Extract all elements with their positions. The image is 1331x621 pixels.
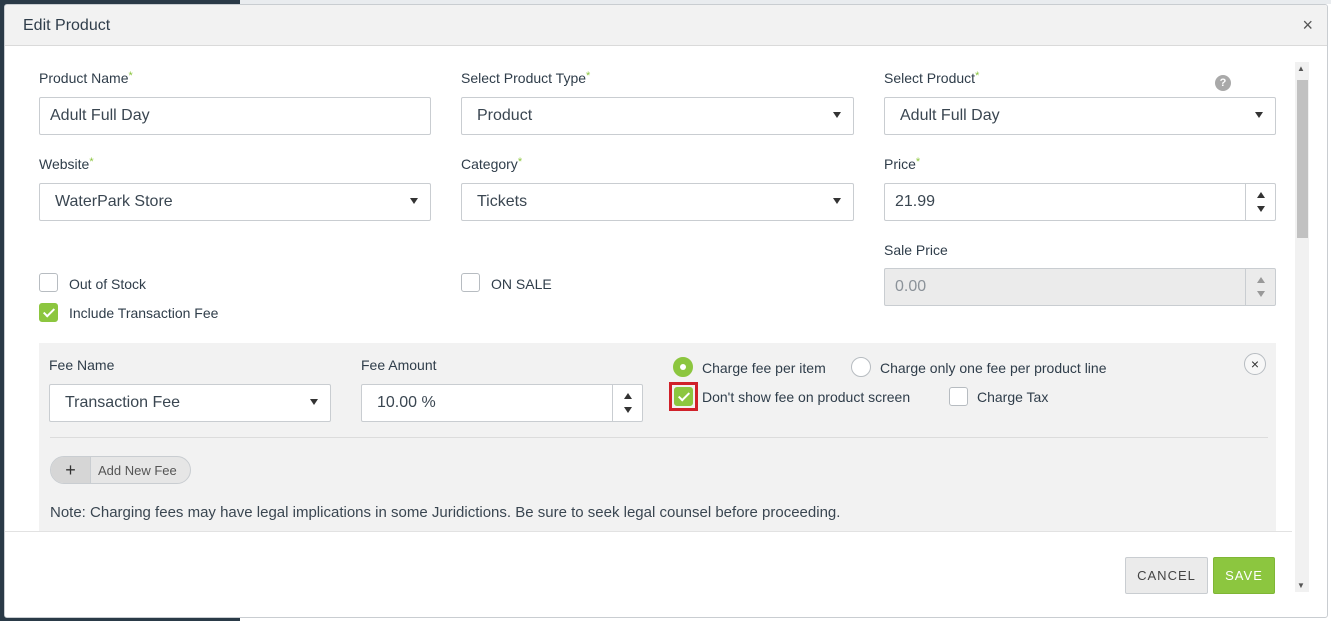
dont-show-fee-checkbox[interactable] bbox=[674, 387, 693, 406]
plus-icon: + bbox=[51, 457, 91, 483]
modal-header: Edit Product × bbox=[5, 5, 1327, 46]
charge-per-item-label: Charge fee per item bbox=[702, 360, 826, 376]
include-fee-checkbox[interactable] bbox=[39, 303, 58, 322]
out-of-stock-checkbox[interactable] bbox=[39, 273, 58, 292]
scroll-down-icon[interactable]: ▼ bbox=[1297, 581, 1305, 590]
chevron-down-icon bbox=[833, 198, 841, 204]
save-button[interactable]: SAVE bbox=[1213, 557, 1275, 594]
divider bbox=[50, 437, 1268, 438]
website-value: WaterPark Store bbox=[55, 193, 173, 210]
chevron-down-icon bbox=[410, 198, 418, 204]
arrow-up-icon[interactable] bbox=[1257, 192, 1265, 198]
out-of-stock-label: Out of Stock bbox=[69, 276, 147, 292]
price-label: Price* bbox=[884, 156, 921, 172]
dont-show-fee-label: Don't show fee on product screen bbox=[702, 389, 911, 405]
arrow-up-icon[interactable] bbox=[624, 393, 632, 399]
product-type-label: Select Product Type* bbox=[461, 70, 591, 86]
modal-scrollbar[interactable]: ▲ ▼ bbox=[1295, 62, 1309, 592]
on-sale-checkbox[interactable] bbox=[461, 273, 480, 292]
fee-name-value: Transaction Fee bbox=[65, 394, 181, 411]
price-stepper[interactable] bbox=[1245, 184, 1275, 220]
on-sale-label: ON SALE bbox=[491, 276, 552, 292]
scroll-up-icon[interactable]: ▲ bbox=[1297, 64, 1305, 73]
fee-amount-input[interactable]: 10.00 % bbox=[361, 384, 643, 422]
help-icon[interactable]: ? bbox=[1215, 75, 1231, 91]
charge-one-fee-label: Charge only one fee per product line bbox=[880, 360, 1107, 376]
sale-price-stepper bbox=[1245, 269, 1275, 305]
category-value: Tickets bbox=[477, 193, 528, 210]
scrollbar-thumb[interactable] bbox=[1297, 80, 1308, 238]
fee-amount-stepper[interactable] bbox=[612, 385, 642, 421]
close-icon[interactable]: × bbox=[1302, 15, 1313, 35]
chevron-down-icon bbox=[833, 112, 841, 118]
charge-tax-label: Charge Tax bbox=[977, 389, 1049, 405]
product-value: Adult Full Day bbox=[900, 107, 1000, 124]
cancel-button[interactable]: CANCEL bbox=[1125, 557, 1208, 594]
sale-price-value: 0.00 bbox=[895, 278, 927, 295]
fee-amount-value: 10.00 % bbox=[377, 394, 436, 411]
chevron-down-icon bbox=[310, 399, 318, 405]
fee-panel: Fee Name Transaction Fee Fee Amount 10.0… bbox=[39, 343, 1276, 531]
include-fee-label: Include Transaction Fee bbox=[69, 305, 219, 321]
website-label: Website* bbox=[39, 156, 94, 172]
category-select[interactable]: Tickets bbox=[461, 183, 854, 221]
legal-note: Note: Charging fees may have legal impli… bbox=[50, 504, 841, 521]
product-type-select[interactable]: Product bbox=[461, 97, 854, 135]
chevron-down-icon bbox=[1255, 112, 1263, 118]
select-product-label: Select Product* bbox=[884, 70, 980, 86]
add-new-fee-label: Add New Fee bbox=[98, 463, 177, 478]
price-value: 21.99 bbox=[895, 193, 936, 210]
category-label: Category* bbox=[461, 156, 523, 172]
sale-price-input: 0.00 bbox=[884, 268, 1276, 306]
product-name-input[interactable]: Adult Full Day bbox=[39, 97, 431, 135]
edit-product-modal: Edit Product × Product Name* Adult Full … bbox=[4, 4, 1328, 618]
charge-one-fee-radio[interactable] bbox=[851, 357, 871, 377]
modal-body: Product Name* Adult Full Day Select Prod… bbox=[5, 47, 1292, 531]
modal-title: Edit Product bbox=[23, 17, 111, 34]
product-type-value: Product bbox=[477, 107, 533, 124]
price-input[interactable]: 21.99 bbox=[884, 183, 1276, 221]
product-name-label: Product Name* bbox=[39, 70, 133, 86]
fee-amount-label: Fee Amount bbox=[361, 357, 437, 373]
fee-name-label: Fee Name bbox=[49, 357, 115, 373]
add-new-fee-button[interactable]: + Add New Fee bbox=[50, 456, 191, 484]
charge-tax-checkbox[interactable] bbox=[949, 387, 968, 406]
product-select[interactable]: Adult Full Day bbox=[884, 97, 1276, 135]
arrow-down-icon bbox=[1257, 291, 1265, 297]
sale-price-label: Sale Price bbox=[884, 242, 948, 258]
arrow-down-icon[interactable] bbox=[624, 407, 632, 413]
modal-footer: CANCEL SAVE bbox=[5, 531, 1292, 617]
charge-per-item-radio[interactable] bbox=[673, 357, 693, 377]
website-select[interactable]: WaterPark Store bbox=[39, 183, 431, 221]
fee-name-select[interactable]: Transaction Fee bbox=[49, 384, 331, 422]
remove-fee-icon[interactable]: × bbox=[1244, 353, 1266, 375]
arrow-down-icon[interactable] bbox=[1257, 206, 1265, 212]
arrow-up-icon bbox=[1257, 277, 1265, 283]
